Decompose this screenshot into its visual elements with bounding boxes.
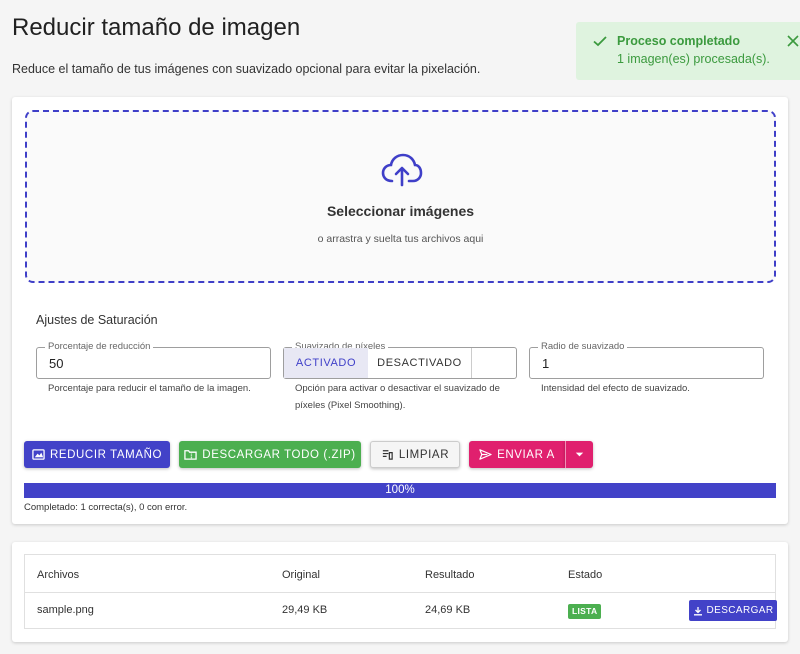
- row-original-size: 29,49 KB: [282, 604, 328, 616]
- smoothing-off-button[interactable]: DESACTIVADO: [368, 348, 472, 378]
- table-divider: [25, 592, 775, 593]
- smoothing-radius-helper: Intensidad del efecto de suavizado.: [541, 383, 690, 394]
- header-status: Estado: [568, 569, 603, 581]
- completion-status: Completado: 1 correcta(s), 0 con error.: [24, 502, 188, 513]
- caret-down-icon: [575, 452, 584, 457]
- check-icon: [593, 36, 607, 47]
- status-badge: LISTA: [568, 604, 602, 619]
- reduce-size-label: REDUCIR TAMAÑO: [49, 448, 163, 461]
- pixel-smoothing-toggle: ACTIVADO DESACTIVADO: [284, 348, 472, 378]
- download-label: DESCARGAR: [706, 605, 774, 616]
- send-to-button[interactable]: ENVIAR A: [469, 441, 565, 468]
- smoothing-on-button[interactable]: ACTIVADO: [284, 348, 368, 378]
- row-file-name: sample.png: [37, 604, 94, 616]
- close-icon[interactable]: [786, 34, 800, 48]
- reduction-percent-helper: Porcentaje para reducir el tamaño de la …: [48, 383, 251, 394]
- reduction-percent-field[interactable]: Porcentaje de reducción 50: [36, 341, 271, 379]
- toast-message: 1 imagen(es) procesada(s).: [617, 52, 770, 66]
- upload-card: Seleccionar imágenes o arrastra y suelta…: [12, 97, 788, 524]
- results-card: Archivos Original Resultado Estado sampl…: [12, 542, 788, 642]
- send-icon: [479, 449, 492, 460]
- download-zip-button[interactable]: DESCARGAR TODO (.ZIP): [179, 441, 361, 468]
- cloud-upload-icon: [381, 153, 423, 187]
- reduction-percent-label: Porcentaje de reducción: [45, 341, 154, 353]
- page-title: Reducir tamaño de imagen: [12, 14, 301, 41]
- smoothing-radius-input[interactable]: 1: [542, 356, 549, 371]
- clear-label: LIMPIAR: [398, 448, 450, 461]
- clear-list-icon: [382, 450, 393, 460]
- success-toast: Proceso completado 1 imagen(es) procesad…: [576, 22, 800, 80]
- image-icon: [32, 449, 45, 460]
- header-original: Original: [282, 569, 320, 581]
- row-result-size: 24,69 KB: [425, 604, 471, 616]
- toast-title: Proceso completado: [617, 34, 740, 48]
- smoothing-radius-label: Radio de suavizado: [538, 341, 628, 353]
- image-dropzone[interactable]: Seleccionar imágenes o arrastra y suelta…: [25, 110, 776, 283]
- dropzone-subtitle: o arrastra y suelta tus archivos aqui: [317, 233, 484, 245]
- progress-bar: 100%: [24, 483, 776, 498]
- download-zip-label: DESCARGAR TODO (.ZIP): [202, 448, 356, 461]
- reduce-size-button[interactable]: REDUCIR TAMAÑO: [24, 441, 170, 468]
- header-result: Resultado: [425, 569, 475, 581]
- smoothing-radius-field[interactable]: Radio de suavizado 1: [529, 341, 764, 379]
- page-subtitle: Reduce el tamaño de tus imágenes con sua…: [12, 62, 481, 76]
- download-button[interactable]: DESCARGAR: [689, 600, 777, 621]
- progress-label: 100%: [385, 484, 415, 496]
- dropzone-title: Seleccionar imágenes: [326, 203, 475, 219]
- send-to-dropdown-button[interactable]: [565, 441, 593, 468]
- folder-zip-icon: [184, 450, 198, 460]
- results-table: Archivos Original Resultado Estado sampl…: [24, 554, 777, 629]
- send-to-label: ENVIAR A: [497, 448, 555, 461]
- pixel-smoothing-helper: Opción para activar o desactivar el suav…: [295, 383, 500, 411]
- settings-title: Ajustes de Saturación: [36, 313, 158, 327]
- clear-button[interactable]: LIMPIAR: [370, 441, 460, 468]
- pixel-smoothing-field: Suavizado de píxeles ACTIVADO DESACTIVAD…: [283, 341, 517, 379]
- reduction-percent-input[interactable]: 50: [49, 356, 63, 371]
- download-icon: [693, 606, 702, 615]
- header-files: Archivos: [37, 569, 80, 581]
